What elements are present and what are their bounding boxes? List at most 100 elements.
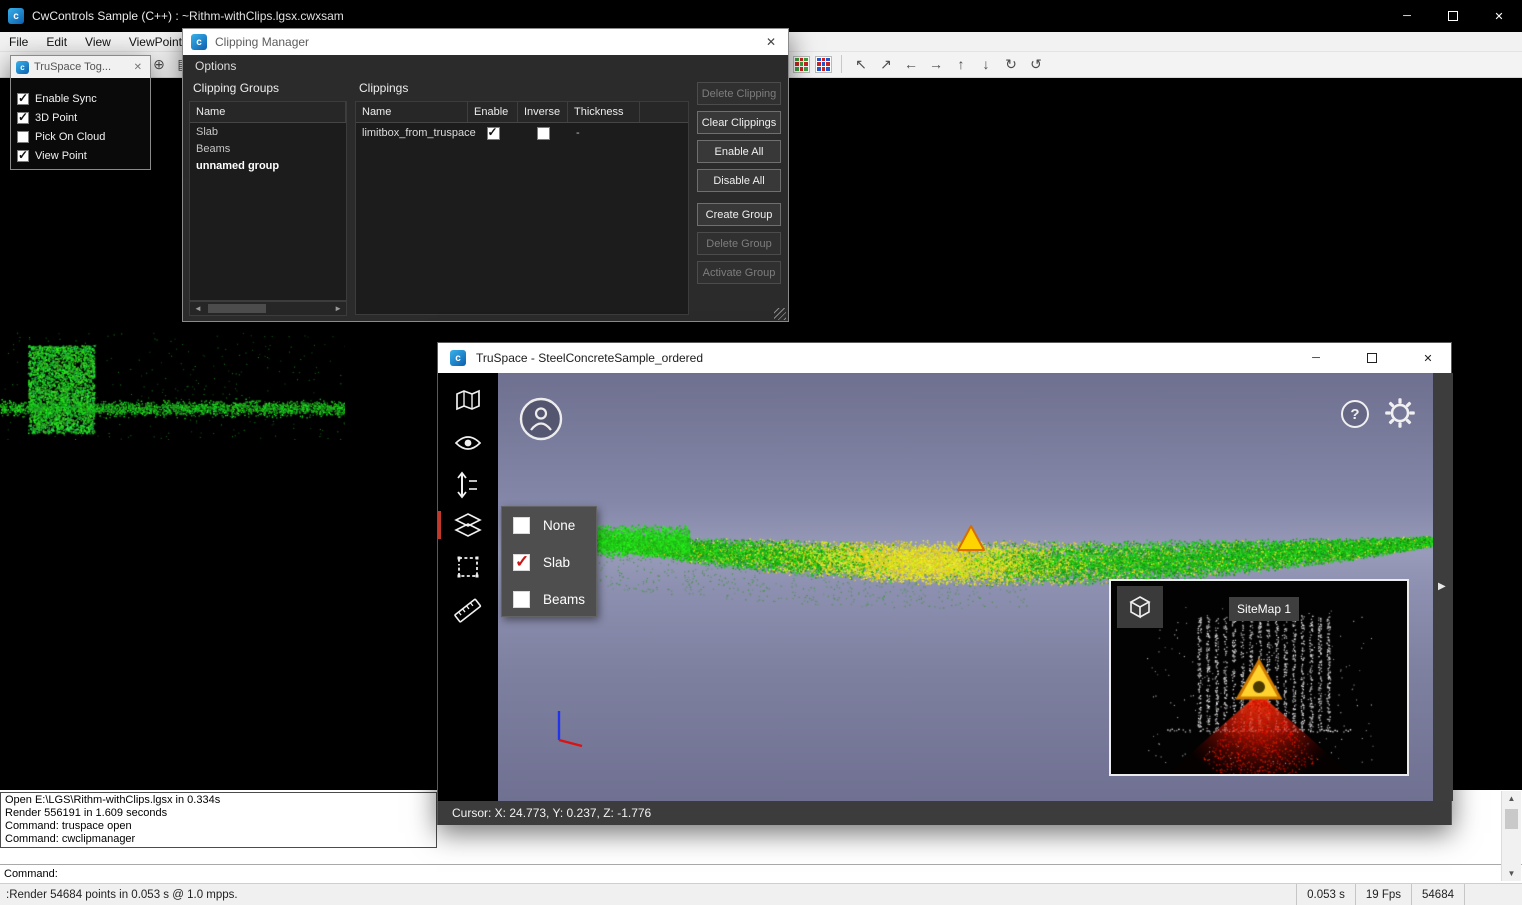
close-button[interactable]: ✕ — [1405, 342, 1451, 374]
groups-list-header[interactable]: Name — [190, 102, 346, 123]
toggle-pick-on-cloud[interactable]: Pick On Cloud — [17, 129, 105, 145]
checkbox-pick-on-cloud[interactable] — [17, 131, 29, 143]
disable-all-button[interactable]: Disable All — [697, 169, 781, 192]
checkbox-none[interactable] — [513, 517, 530, 534]
checkbox-beams[interactable] — [513, 591, 530, 608]
col-enable[interactable]: Enable — [468, 102, 518, 122]
clipping-thickness: - — [568, 123, 640, 143]
delete-clipping-button[interactable]: Delete Clipping — [697, 82, 781, 105]
checkbox-enable[interactable] — [487, 127, 500, 140]
col-thickness[interactable]: Thickness — [568, 102, 640, 122]
sitemap-panel[interactable]: SiteMap 1 — [1109, 579, 1409, 776]
clipping-manager-title: Clipping Manager — [215, 35, 754, 49]
expand-panel-arrow-icon[interactable]: ▶ — [1438, 581, 1446, 592]
view-up-left-button[interactable]: ↖ — [851, 54, 871, 74]
log-line: Render 556191 in 1.609 seconds — [5, 807, 432, 820]
truspace-3d-viewport[interactable]: ? — [498, 373, 1433, 801]
enable-all-button[interactable]: Enable All — [697, 140, 781, 163]
scroll-right-icon[interactable]: ► — [334, 304, 346, 313]
rotate-ccw-button[interactable]: ↺ — [1026, 54, 1046, 74]
clipping-popup-menu: None Slab Beams — [501, 506, 597, 617]
gear-icon — [1384, 397, 1416, 429]
tool-elevation[interactable] — [438, 471, 498, 499]
tool-limit-box[interactable] — [438, 553, 498, 581]
scroll-thumb[interactable] — [1505, 809, 1518, 829]
truspace-titlebar[interactable]: c TruSpace - SteelConcreteSample_ordered… — [438, 343, 1451, 373]
clipping-row[interactable]: limitbox_from_truspace - — [356, 123, 688, 143]
checkbox-3d-point[interactable] — [17, 112, 29, 124]
tool-visibility[interactable] — [438, 429, 498, 457]
activate-group-button[interactable]: Activate Group — [697, 261, 781, 284]
scroll-up-icon[interactable]: ▲ — [1502, 791, 1521, 806]
col-inverse[interactable]: Inverse — [518, 102, 568, 122]
log-line: Command: cwclipmanager — [5, 833, 432, 846]
command-label: Command: — [4, 868, 58, 880]
delete-group-button[interactable]: Delete Group — [697, 232, 781, 255]
command-input[interactable] — [58, 867, 1522, 882]
checkbox-slab[interactable] — [513, 554, 530, 571]
groups-hscrollbar[interactable]: ◄ ► — [189, 301, 347, 316]
toggles-titlebar[interactable]: c TruSpace Tog... ✕ — [11, 56, 150, 78]
pick-tool-icon[interactable]: ⊕ — [149, 54, 169, 74]
toggle-3d-point[interactable]: 3D Point — [17, 110, 77, 126]
group-row-beams[interactable]: Beams — [190, 140, 346, 157]
checkbox-enable-sync[interactable] — [17, 93, 29, 105]
close-icon[interactable]: ✕ — [131, 62, 145, 73]
scroll-left-icon[interactable]: ◄ — [190, 304, 202, 313]
desktop: c CwControls Sample (C++) : ~Rithm-withC… — [0, 0, 1522, 905]
menu-view[interactable]: View — [76, 33, 120, 51]
scroll-down-icon[interactable]: ▼ — [1502, 866, 1521, 881]
close-icon[interactable]: ✕ — [762, 35, 780, 49]
toggle-view-point[interactable]: View Point — [17, 148, 87, 164]
menu-edit[interactable]: Edit — [37, 33, 76, 51]
cone-marker-icon[interactable] — [956, 524, 986, 552]
help-button[interactable]: ? — [1341, 400, 1369, 428]
log-scrollbar[interactable]: ▲ ▼ — [1501, 791, 1521, 881]
app-icon: c — [8, 8, 24, 24]
create-group-button[interactable]: Create Group — [697, 203, 781, 226]
minimize-button[interactable]: ─ — [1384, 0, 1430, 32]
col-name[interactable]: Name — [356, 102, 468, 122]
tool-clipping[interactable] — [438, 511, 498, 539]
view-left-button[interactable]: ← — [901, 54, 921, 74]
maximize-button[interactable] — [1430, 0, 1476, 32]
sitemap-3d-button[interactable] — [1117, 586, 1163, 628]
tool-measure[interactable] — [438, 595, 498, 623]
map-icon — [455, 389, 481, 411]
view-down-button[interactable]: ↓ — [976, 54, 996, 74]
menu-viewpoint[interactable]: ViewPoint — [120, 33, 191, 51]
truspace-body: ? — [438, 373, 1451, 801]
checkbox-view-point[interactable] — [17, 150, 29, 162]
resize-grip[interactable] — [774, 308, 786, 320]
clip-option-none[interactable]: None — [502, 507, 596, 544]
point-grid-red-green-icon[interactable] — [793, 56, 810, 73]
clippings-label: Clippings — [359, 81, 408, 95]
rotate-cw-button[interactable]: ↻ — [1001, 54, 1021, 74]
main-statusbar: :Render 54684 points in 0.053 s @ 1.0 mp… — [0, 883, 1522, 905]
scroll-thumb[interactable] — [208, 304, 266, 313]
group-row-unnamed[interactable]: unnamed group — [190, 157, 346, 174]
clipping-name: limitbox_from_truspace — [356, 123, 468, 143]
clear-clippings-button[interactable]: Clear Clippings — [697, 111, 781, 134]
view-up-button[interactable]: ↑ — [951, 54, 971, 74]
checkbox-inverse[interactable] — [537, 127, 550, 140]
close-button[interactable]: ✕ — [1476, 0, 1522, 32]
main-window-title: CwControls Sample (C++) : ~Rithm-withCli… — [32, 9, 344, 23]
panorama-view-button[interactable] — [519, 397, 563, 441]
view-right-button[interactable]: → — [926, 54, 946, 74]
clip-option-beams[interactable]: Beams — [502, 581, 596, 618]
maximize-button[interactable] — [1349, 342, 1395, 374]
minimize-button[interactable]: ─ — [1293, 342, 1339, 374]
point-grid-red-blue-icon[interactable] — [815, 56, 832, 73]
menu-options[interactable]: Options — [183, 57, 248, 75]
tool-sitemap[interactable] — [438, 386, 498, 414]
settings-button[interactable] — [1384, 397, 1416, 429]
clip-option-slab[interactable]: Slab — [502, 544, 596, 581]
menu-file[interactable]: File — [0, 33, 37, 51]
group-row-slab[interactable]: Slab — [190, 123, 346, 140]
view-up-right-button[interactable]: ↗ — [876, 54, 896, 74]
groups-column-name[interactable]: Name — [190, 102, 346, 122]
toggle-enable-sync[interactable]: Enable Sync — [17, 91, 97, 107]
status-message: :Render 54684 points in 0.053 s @ 1.0 mp… — [6, 889, 1296, 901]
clipping-manager-titlebar[interactable]: c Clipping Manager ✕ — [183, 29, 788, 55]
